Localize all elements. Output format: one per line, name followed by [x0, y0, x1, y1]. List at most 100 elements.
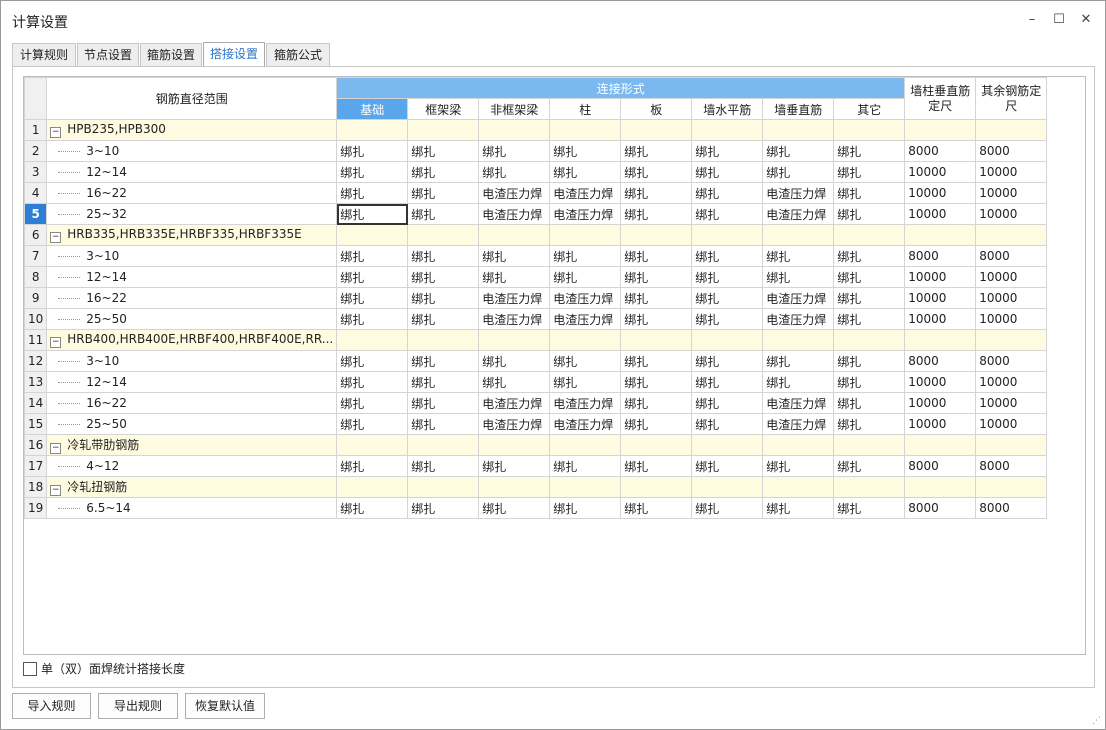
table-row[interactable]: 8 12~14 绑扎 绑扎 绑扎 绑扎 绑扎 绑扎 绑扎 绑扎 10000 10000: [24, 266, 1048, 288]
row-number[interactable]: 12: [24, 350, 48, 372]
range-cell[interactable]: − 冷轧扭钢筋: [46, 476, 338, 498]
row-number[interactable]: 8: [24, 266, 48, 288]
connection-cell[interactable]: [620, 476, 693, 498]
length-cell[interactable]: 10000: [975, 287, 1048, 309]
connection-cell[interactable]: 电渣压力焊: [478, 203, 551, 225]
range-cell[interactable]: 6.5~14: [46, 497, 338, 519]
connection-cell[interactable]: 绑扎: [549, 371, 622, 393]
row-number[interactable]: 16: [24, 434, 48, 456]
group-row[interactable]: 11− HRB400,HRB400E,HRBF400,HRBF400E,RR...: [24, 329, 1048, 351]
connection-cell[interactable]: 绑扎: [407, 350, 480, 372]
connection-cell[interactable]: 绑扎: [336, 203, 409, 225]
connection-cell[interactable]: [549, 434, 622, 456]
connection-cell[interactable]: 绑扎: [407, 497, 480, 519]
connection-cell[interactable]: 绑扎: [549, 245, 622, 267]
connection-cell[interactable]: 绑扎: [336, 350, 409, 372]
connection-cell[interactable]: [691, 329, 764, 351]
length-cell[interactable]: [904, 329, 977, 351]
length-cell[interactable]: 8000: [975, 455, 1048, 477]
range-cell[interactable]: 3~10: [46, 140, 338, 162]
connection-cell[interactable]: 绑扎: [762, 245, 835, 267]
connection-cell[interactable]: 绑扎: [407, 392, 480, 414]
restore-defaults-button[interactable]: 恢复默认值: [185, 693, 265, 719]
connection-cell[interactable]: [336, 329, 409, 351]
connection-cell[interactable]: [691, 434, 764, 456]
connection-cell[interactable]: 绑扎: [478, 140, 551, 162]
connection-cell[interactable]: 绑扎: [762, 266, 835, 288]
row-number[interactable]: 17: [24, 455, 48, 477]
connection-cell[interactable]: 绑扎: [762, 350, 835, 372]
connection-cell[interactable]: 绑扎: [833, 350, 906, 372]
connection-cell[interactable]: 绑扎: [620, 203, 693, 225]
row-number[interactable]: 1: [24, 119, 48, 141]
connection-cell[interactable]: [833, 119, 906, 141]
table-row[interactable]: 19 6.5~14 绑扎 绑扎 绑扎 绑扎 绑扎 绑扎 绑扎 绑扎 8000 8000: [24, 497, 1048, 519]
connection-cell[interactable]: 电渣压力焊: [549, 308, 622, 330]
connection-cell[interactable]: [478, 476, 551, 498]
connection-cell[interactable]: 绑扎: [691, 350, 764, 372]
connection-cell[interactable]: 绑扎: [407, 308, 480, 330]
connection-cell[interactable]: [691, 119, 764, 141]
row-number[interactable]: 19: [24, 497, 48, 519]
grid-corner[interactable]: [24, 77, 48, 120]
connection-cell[interactable]: 绑扎: [691, 413, 764, 435]
range-cell[interactable]: 3~10: [46, 350, 338, 372]
length-cell[interactable]: [975, 434, 1048, 456]
connection-cell[interactable]: 绑扎: [833, 182, 906, 204]
length-cell[interactable]: [975, 329, 1048, 351]
group-row[interactable]: 1− HPB235,HPB300: [24, 119, 1048, 141]
connection-cell[interactable]: 绑扎: [407, 140, 480, 162]
connection-cell[interactable]: [620, 434, 693, 456]
length-cell[interactable]: 10000: [904, 287, 977, 309]
connection-cell[interactable]: 绑扎: [549, 140, 622, 162]
length-cell[interactable]: 10000: [975, 203, 1048, 225]
connection-cell[interactable]: 电渣压力焊: [478, 413, 551, 435]
close-icon[interactable]: ✕: [1077, 11, 1095, 29]
length-cell[interactable]: 8000: [904, 140, 977, 162]
connection-cell[interactable]: [620, 119, 693, 141]
connection-cell[interactable]: 绑扎: [549, 497, 622, 519]
connection-cell[interactable]: 绑扎: [407, 161, 480, 183]
length-cell[interactable]: 10000: [904, 266, 977, 288]
connection-cell[interactable]: 电渣压力焊: [762, 182, 835, 204]
connection-cell[interactable]: 绑扎: [762, 455, 835, 477]
connection-cell[interactable]: 绑扎: [833, 245, 906, 267]
range-cell[interactable]: 25~32: [46, 203, 338, 225]
connection-cell[interactable]: 绑扎: [691, 182, 764, 204]
connection-cell[interactable]: 绑扎: [833, 203, 906, 225]
group-row[interactable]: 16− 冷轧带肋钢筋: [24, 434, 1048, 456]
connection-cell[interactable]: 绑扎: [407, 182, 480, 204]
connection-cell[interactable]: [336, 434, 409, 456]
connection-cell[interactable]: [762, 434, 835, 456]
connection-cell[interactable]: [336, 119, 409, 141]
row-number[interactable]: 5: [24, 203, 48, 225]
connection-cell[interactable]: 绑扎: [549, 161, 622, 183]
connection-cell[interactable]: [549, 329, 622, 351]
connection-cell[interactable]: [691, 224, 764, 246]
table-row[interactable]: 2 3~10 绑扎 绑扎 绑扎 绑扎 绑扎 绑扎 绑扎 绑扎 8000 8000: [24, 140, 1048, 162]
connection-cell[interactable]: 绑扎: [620, 308, 693, 330]
length-cell[interactable]: 8000: [975, 350, 1048, 372]
range-cell[interactable]: 16~22: [46, 287, 338, 309]
row-number[interactable]: 10: [24, 308, 48, 330]
row-number[interactable]: 4: [24, 182, 48, 204]
table-row[interactable]: 4 16~22 绑扎 绑扎 电渣压力焊 电渣压力焊 绑扎 绑扎 电渣压力焊 绑扎 10000 1000…: [24, 182, 1048, 204]
connection-cell[interactable]: [336, 224, 409, 246]
connection-cell[interactable]: 电渣压力焊: [762, 413, 835, 435]
connection-cell[interactable]: 绑扎: [833, 308, 906, 330]
connection-cell[interactable]: 绑扎: [478, 371, 551, 393]
length-cell[interactable]: 10000: [904, 413, 977, 435]
range-cell[interactable]: 25~50: [46, 413, 338, 435]
connection-cell[interactable]: 绑扎: [691, 203, 764, 225]
connection-cell[interactable]: 绑扎: [336, 182, 409, 204]
connection-cell[interactable]: [407, 434, 480, 456]
tab-node-settings[interactable]: 节点设置: [77, 43, 139, 66]
connection-cell[interactable]: 绑扎: [762, 140, 835, 162]
row-number[interactable]: 13: [24, 371, 48, 393]
range-cell[interactable]: − HPB235,HPB300: [46, 119, 338, 141]
length-cell[interactable]: [975, 224, 1048, 246]
length-cell[interactable]: 8000: [975, 245, 1048, 267]
connection-cell[interactable]: 绑扎: [407, 455, 480, 477]
length-cell[interactable]: 8000: [904, 497, 977, 519]
connection-cell[interactable]: [407, 329, 480, 351]
